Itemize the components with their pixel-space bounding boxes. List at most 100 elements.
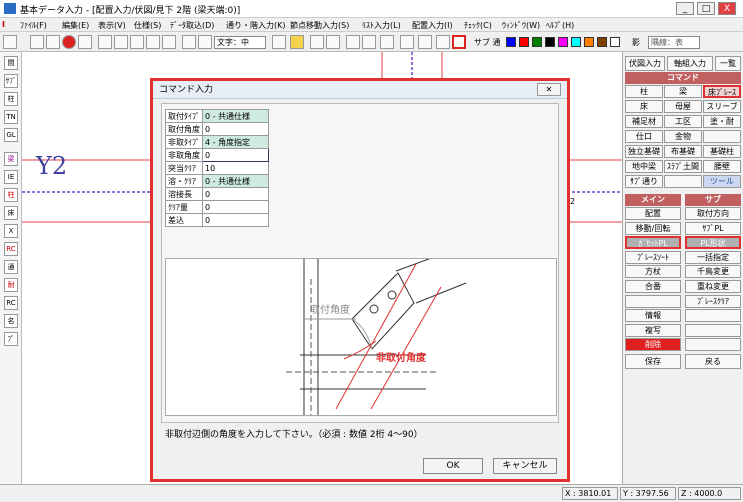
- main-button[interactable]: 移動/回転: [625, 221, 681, 235]
- command-button[interactable]: 梁: [664, 85, 702, 98]
- menu-window[interactable]: ｳｨﾝﾄﾞｳ(W): [502, 20, 540, 31]
- tool-icon[interactable]: [78, 35, 92, 49]
- menu-list-input[interactable]: ﾘｽﾄ入力(L): [362, 20, 401, 31]
- active-angle-input[interactable]: 0: [202, 148, 269, 162]
- command-button[interactable]: 柱: [625, 85, 663, 98]
- prop-value[interactable]: 0: [202, 200, 269, 214]
- left-tool-0[interactable]: 間: [4, 56, 18, 70]
- window-icon[interactable]: [130, 35, 144, 49]
- shadow-label[interactable]: 影: [632, 37, 640, 48]
- command-button[interactable]: 基礎柱: [703, 145, 741, 158]
- command-button[interactable]: 地中梁: [625, 160, 663, 173]
- color-swatch-blue[interactable]: [506, 37, 516, 47]
- left-tool-9[interactable]: X: [4, 224, 18, 238]
- gauge-icon[interactable]: [290, 35, 304, 49]
- left-tool-14[interactable]: 名: [4, 314, 18, 328]
- cursor-icon[interactable]: [346, 35, 360, 49]
- color-swatch-cyan[interactable]: [571, 37, 581, 47]
- command-button[interactable]: 床: [625, 100, 663, 113]
- menu-help[interactable]: ﾍﾙﾌﾟ(H): [546, 20, 574, 31]
- prop-value[interactable]: 0 - 共通仕様: [202, 109, 269, 123]
- menu-placement[interactable]: 配置入力(I): [412, 20, 453, 31]
- color-swatch-brown[interactable]: [597, 37, 607, 47]
- prop-value[interactable]: 10: [202, 161, 269, 175]
- color-swatch-black[interactable]: [545, 37, 555, 47]
- main-button[interactable]: ｶﾞｾｯﾄPL: [625, 236, 681, 250]
- menu-spec[interactable]: 仕様(S): [134, 20, 161, 31]
- left-tool-8[interactable]: 床: [4, 206, 18, 220]
- mdi-icon[interactable]: Ⅰ: [2, 20, 5, 29]
- text-style-icon[interactable]: [182, 35, 196, 49]
- tab-plan-input[interactable]: 伏図入力: [625, 56, 665, 71]
- command-button[interactable]: 独立基礎: [625, 145, 663, 158]
- new-icon[interactable]: [3, 35, 17, 49]
- command-button[interactable]: 工区: [664, 115, 702, 128]
- sub-button[interactable]: PL形状: [685, 236, 741, 250]
- pointer-icon[interactable]: [326, 35, 340, 49]
- menu-check[interactable]: ﾁｪｯｸ(C): [464, 20, 492, 31]
- cross-icon[interactable]: [380, 35, 394, 49]
- frame-icon[interactable]: [452, 35, 466, 49]
- left-tool-2[interactable]: 柱: [4, 92, 18, 106]
- dash-icon[interactable]: [436, 35, 450, 49]
- command-button[interactable]: 補足材: [625, 115, 663, 128]
- command-button[interactable]: 布基礎: [664, 145, 702, 158]
- command-button[interactable]: ｽﾗﾌﾞ土間: [664, 160, 702, 173]
- color-swatch-magenta[interactable]: [558, 37, 568, 47]
- left-tool-11[interactable]: 通: [4, 260, 18, 274]
- sub-button[interactable]: 千鳥変更: [685, 265, 741, 279]
- back-button[interactable]: 戻る: [685, 354, 741, 369]
- command-button[interactable]: スリーブ: [703, 100, 741, 113]
- prop-value[interactable]: 0: [202, 122, 269, 136]
- stop-icon[interactable]: [62, 35, 76, 49]
- ruler-icon[interactable]: [198, 35, 212, 49]
- close-button[interactable]: X: [718, 2, 736, 15]
- tab-list[interactable]: 一覧: [715, 56, 741, 71]
- color-swatch-green[interactable]: [532, 37, 542, 47]
- menu-axis-floor[interactable]: 通り・階入力(K): [226, 20, 286, 31]
- left-tool-3[interactable]: TN: [4, 110, 18, 124]
- main-button[interactable]: 配置: [625, 207, 681, 220]
- main-button[interactable]: 複写: [625, 323, 681, 337]
- prop-value[interactable]: 0: [202, 187, 269, 201]
- layout-icon[interactable]: [310, 35, 324, 49]
- left-tool-1[interactable]: ｻﾌﾞ: [4, 74, 18, 88]
- cancel-button[interactable]: キャンセル: [493, 458, 557, 474]
- menu-view[interactable]: 表示(V): [98, 20, 126, 31]
- sub-button[interactable]: 重ね変更: [685, 280, 741, 293]
- left-tool-12[interactable]: 耐: [4, 278, 18, 292]
- undo-icon[interactable]: [30, 35, 44, 49]
- prop-value[interactable]: 4 - 角度指定: [202, 135, 269, 149]
- color-swatch-white[interactable]: [610, 37, 620, 47]
- left-tool-7[interactable]: 柱: [4, 188, 18, 202]
- main-button[interactable]: ﾌﾞﾚｰｽｿｰﾄ: [625, 250, 681, 264]
- command-button[interactable]: 母屋: [664, 100, 702, 113]
- main-button[interactable]: 削除: [625, 338, 681, 352]
- ok-button[interactable]: OK: [423, 458, 483, 474]
- line-icon[interactable]: [362, 35, 376, 49]
- sub-button[interactable]: 一括指定: [685, 250, 741, 264]
- main-button[interactable]: 合番: [625, 280, 681, 293]
- delete-line-icon[interactable]: [418, 35, 432, 49]
- command-button[interactable]: ツール: [703, 175, 741, 188]
- minimize-button[interactable]: _: [676, 2, 694, 15]
- color-swatch-orange[interactable]: [584, 37, 594, 47]
- menu-edit[interactable]: 編集(E): [62, 20, 89, 31]
- command-button[interactable]: 塗・耐: [703, 115, 741, 128]
- print-icon[interactable]: [114, 35, 128, 49]
- menu-file[interactable]: ﾌｧｲﾙ(F): [20, 20, 47, 31]
- sub-button[interactable]: ｻﾌﾞPL: [685, 221, 741, 235]
- zoom-icon[interactable]: [146, 35, 160, 49]
- command-button[interactable]: 腰壁: [703, 160, 741, 173]
- menu-node-move[interactable]: 節点移動入力(S): [290, 20, 349, 31]
- left-tool-5[interactable]: 梁: [4, 152, 18, 166]
- left-tool-6[interactable]: IE: [4, 170, 18, 184]
- slash-icon[interactable]: [400, 35, 414, 49]
- sub-button[interactable]: ﾌﾞﾚｰｽｸﾘｱ: [685, 294, 741, 308]
- command-button[interactable]: 仕口: [625, 130, 663, 143]
- left-tool-10[interactable]: RC: [4, 242, 18, 256]
- left-tool-15[interactable]: ﾌﾟ: [4, 332, 18, 346]
- command-button[interactable]: ｻﾌﾞ通り: [625, 175, 663, 188]
- left-tool-13[interactable]: RC: [4, 296, 18, 310]
- command-button[interactable]: 床ﾌﾞﾚｰｽ: [703, 85, 741, 98]
